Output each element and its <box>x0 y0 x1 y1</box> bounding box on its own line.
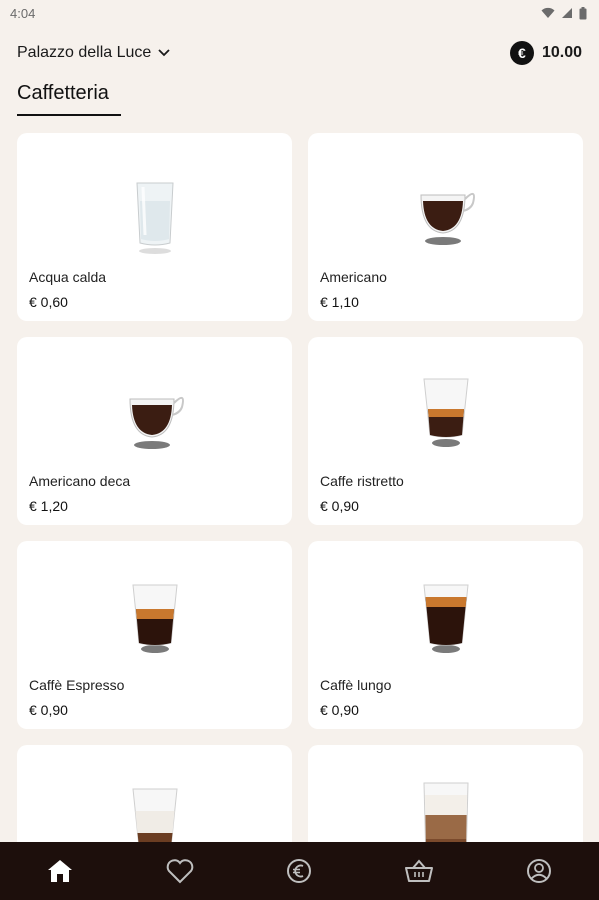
location-name: Palazzo della Luce <box>17 44 152 61</box>
product-card[interactable]: Caffè Espresso € 0,90 <box>17 541 292 729</box>
product-price: € 0,90 <box>29 702 68 718</box>
status-bar: 4:04 <box>0 0 599 26</box>
product-price: € 0,90 <box>320 498 359 514</box>
signal-icon <box>562 8 572 18</box>
battery-icon <box>579 6 587 19</box>
home-icon <box>47 860 72 882</box>
wallet-balance[interactable]: € 10.00 <box>509 41 582 65</box>
product-image <box>17 581 292 663</box>
product-name: Caffe ristretto <box>320 473 404 489</box>
euro-coin-icon: € <box>509 41 534 65</box>
product-card[interactable]: Acqua calda € 0,60 <box>17 133 292 321</box>
product-name: Caffè lungo <box>320 677 392 693</box>
status-icons <box>541 6 587 20</box>
balance-amount: 10.00 <box>541 44 582 61</box>
product-price: € 0,90 <box>320 702 359 718</box>
product-price: € 1,20 <box>29 498 68 514</box>
product-card[interactable]: Caffe ristretto € 0,90 <box>308 337 583 525</box>
product-price: € 0,60 <box>29 294 68 310</box>
header: Palazzo della Luce € 10.00 <box>0 38 599 68</box>
product-card[interactable]: Caffè lungo € 0,90 <box>308 541 583 729</box>
product-name: Americano deca <box>29 473 131 489</box>
location-selector[interactable]: Palazzo della Luce <box>17 44 171 62</box>
product-image <box>308 377 583 459</box>
nav-profile[interactable] <box>509 842 569 900</box>
product-image <box>308 581 583 663</box>
product-image <box>17 377 292 459</box>
nav-wallet[interactable] <box>269 842 329 900</box>
heart-icon <box>166 859 193 884</box>
product-name: Acqua calda <box>29 269 107 285</box>
nav-basket[interactable] <box>389 842 449 900</box>
tab-caffetteria[interactable]: Caffetteria <box>17 82 121 116</box>
tab-label: Caffetteria <box>17 82 109 104</box>
euro-icon <box>287 859 312 883</box>
profile-icon <box>527 859 552 883</box>
product-card[interactable]: Americano € 1,10 <box>308 133 583 321</box>
status-time: 4:04 <box>10 5 36 21</box>
product-card[interactable]: Americano deca € 1,20 <box>17 337 292 525</box>
nav-favorites[interactable] <box>150 842 210 900</box>
product-image <box>17 173 292 255</box>
wifi-icon <box>541 7 555 18</box>
tab-active-indicator <box>17 114 121 116</box>
product-name: Caffè Espresso <box>29 677 125 693</box>
bottom-nav <box>0 842 599 900</box>
basket-icon <box>405 859 434 882</box>
chevron-down-icon <box>158 49 170 57</box>
product-grid: Acqua calda € 0,60 Americano € 1,10 Amer… <box>17 133 584 900</box>
product-name: Americano <box>320 269 387 285</box>
nav-home[interactable] <box>30 842 90 900</box>
product-price: € 1,10 <box>320 294 359 310</box>
product-image <box>308 173 583 255</box>
